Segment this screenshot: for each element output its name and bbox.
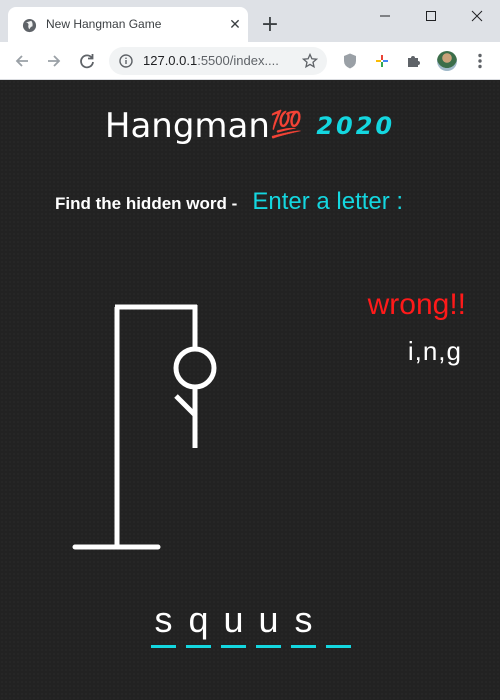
- slot-letter: q: [188, 599, 209, 640]
- google-icon[interactable]: [373, 52, 391, 70]
- slot-letter: u: [258, 599, 279, 640]
- letter-underline: [221, 645, 246, 648]
- letter-underline: [186, 645, 211, 648]
- url-text: 127.0.0.1:5500/index....: [143, 53, 279, 68]
- plus-icon[interactable]: +: [260, 14, 280, 36]
- minimize-icon[interactable]: [362, 0, 408, 32]
- maximize-icon[interactable]: [408, 0, 454, 32]
- game-page: Hangman💯 2020 Find the hidden word - Ente…: [0, 80, 500, 700]
- tab-strip: New Hangman Game ✕ +: [0, 0, 500, 42]
- hangman-left-arm: [174, 394, 197, 417]
- hangman-drawing: [72, 304, 217, 550]
- letter-slot: s: [291, 600, 316, 648]
- back-arrow-icon[interactable]: [12, 51, 32, 71]
- instruction-row: Find the hidden word - Enter a letter :: [55, 188, 403, 216]
- status-message: wrong!!: [367, 288, 466, 321]
- browser-toolbar: 127.0.0.1:5500/index....: [0, 42, 500, 80]
- letter-underline: [151, 645, 176, 648]
- letter-slot: q: [186, 600, 211, 648]
- hidden-word: squus: [151, 600, 351, 650]
- info-icon[interactable]: [119, 54, 133, 68]
- address-bar[interactable]: 127.0.0.1:5500/index....: [109, 47, 327, 75]
- close-icon[interactable]: ✕: [228, 18, 242, 32]
- url-host: 127.0.0.1: [143, 53, 198, 68]
- instruction-text: Find the hidden word -: [55, 194, 238, 213]
- more-vert-icon[interactable]: [470, 51, 490, 71]
- enter-letter-prompt: Enter a letter :: [252, 188, 404, 215]
- letter-slot: u: [256, 600, 281, 648]
- letter-slot: [326, 600, 351, 648]
- hangman-head: [173, 346, 217, 390]
- letter-underline: [256, 645, 281, 648]
- puzzle-icon[interactable]: [405, 52, 423, 70]
- forward-arrow-icon[interactable]: [44, 51, 64, 71]
- letter-slot: s: [151, 600, 176, 648]
- reload-icon[interactable]: [77, 51, 97, 71]
- url-path: :5500/index....: [197, 53, 279, 68]
- close-window-icon[interactable]: [454, 0, 500, 32]
- title-text: Hangman: [104, 106, 270, 146]
- tab-title: New Hangman Game: [46, 17, 162, 31]
- page-title: Hangman💯 2020: [0, 106, 500, 146]
- letter-slot: u: [221, 600, 246, 648]
- globe-icon: [22, 18, 37, 33]
- star-icon[interactable]: [302, 53, 318, 69]
- letter-underline: [326, 645, 351, 648]
- avatar[interactable]: [437, 51, 457, 71]
- browser-tab[interactable]: New Hangman Game ✕: [8, 7, 248, 42]
- letter-underline: [291, 645, 316, 648]
- slot-letter: u: [223, 599, 244, 640]
- slot-letter: s: [154, 599, 173, 640]
- title-year: 2020: [316, 112, 396, 140]
- hundred-points-icon: 💯: [269, 110, 303, 140]
- shield-icon[interactable]: [341, 52, 359, 70]
- slot-letter: s: [294, 599, 313, 640]
- wrong-letters: i,n,g: [407, 336, 462, 366]
